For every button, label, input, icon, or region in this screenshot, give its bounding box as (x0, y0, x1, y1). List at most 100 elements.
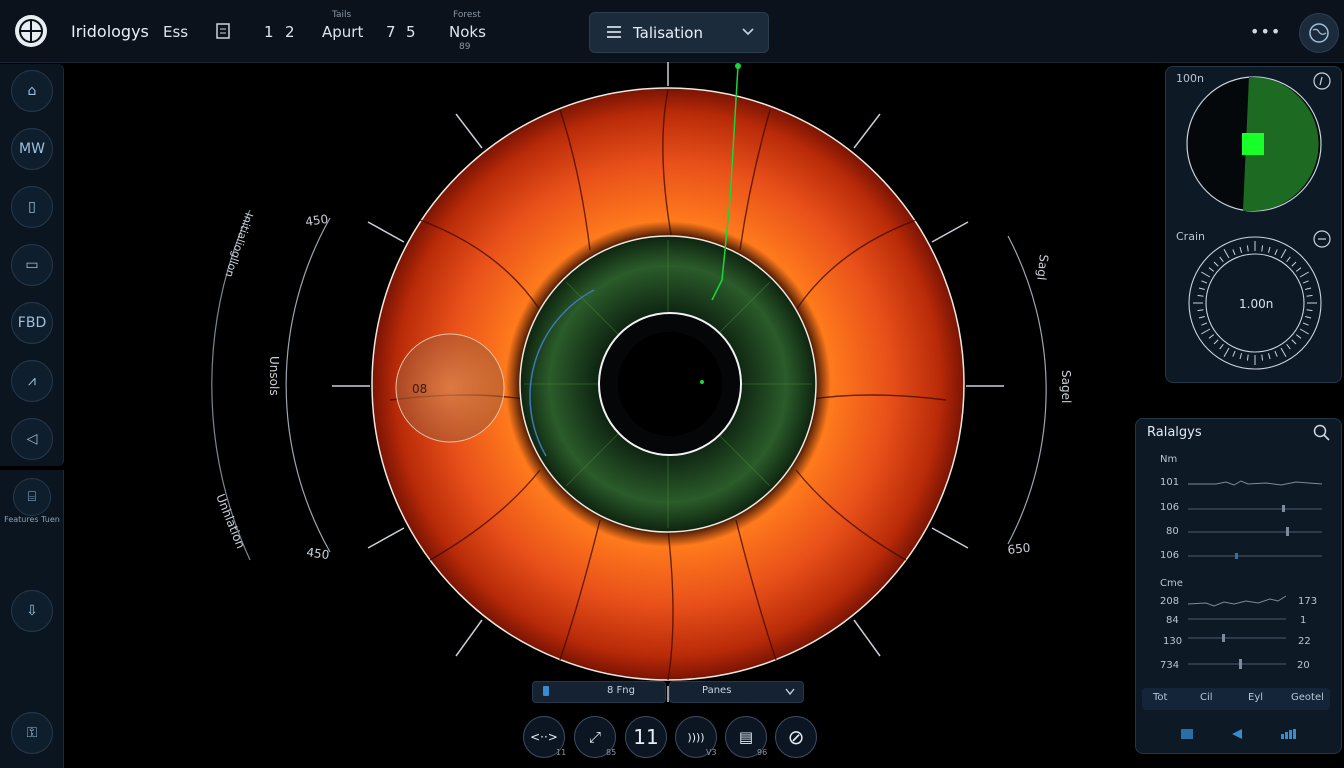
dial-tick (1267, 246, 1271, 253)
top-num-3[interactable]: 7 (386, 23, 396, 41)
dial-tick (1201, 271, 1211, 278)
tab-cil[interactable]: Cil (1200, 692, 1213, 703)
battery-icon (543, 686, 549, 696)
view-dropdown[interactable]: Talisation (589, 12, 769, 53)
sidebar-item-mw[interactable]: MW (11, 128, 53, 170)
group1-title: Nm (1160, 454, 1178, 465)
dial-tick (1197, 309, 1204, 312)
pause-button[interactable]: 11 (625, 716, 667, 758)
dial-value: 1.00n (1239, 297, 1274, 311)
pause-icon: 11 (633, 725, 659, 749)
slider-thumb (1239, 659, 1242, 669)
radar-plot[interactable] (1185, 75, 1323, 213)
dial-tick (1232, 249, 1236, 256)
group1-sliders[interactable] (1186, 472, 1326, 568)
bottom-fields: 8 Fng Panes (532, 681, 804, 703)
globe-icon (1309, 23, 1329, 43)
dial-tick (1197, 294, 1204, 297)
wave-icon: ⩘ (28, 373, 36, 389)
right-arc-label-mid: Sagel (1059, 370, 1073, 403)
play-back-icon[interactable] (1231, 728, 1243, 740)
dial-tick (1201, 328, 1211, 335)
range-icon: <··> (530, 730, 558, 744)
field-right[interactable]: Panes (669, 681, 804, 703)
dial-tick (1239, 246, 1243, 253)
block-button[interactable]: ⊘ (775, 716, 817, 758)
sound-wave-icon: )))) (687, 730, 705, 744)
more-icon[interactable]: ••• (1250, 22, 1281, 41)
dial-tick (1246, 245, 1249, 252)
menu-noks[interactable]: Noks (449, 23, 486, 41)
group1-row-label: 106 (1160, 502, 1180, 513)
dial-tick (1295, 334, 1302, 339)
group2-row-label: 208 (1160, 596, 1180, 607)
probe-tip[interactable] (735, 63, 741, 69)
group2-sliders[interactable] (1186, 590, 1290, 670)
apurt-caption: Tails (332, 10, 352, 20)
group2-row-value: 22 (1298, 636, 1311, 647)
menu-ess[interactable]: Ess (163, 23, 188, 41)
document-icon[interactable] (214, 22, 232, 40)
group2-row-value: 173 (1298, 596, 1318, 607)
avatar[interactable] (1299, 13, 1339, 53)
dial-tick (1223, 347, 1230, 357)
volume-icon[interactable] (1280, 728, 1298, 740)
right-arc (1007, 235, 1047, 545)
group1-row-label: 101 (1160, 477, 1180, 488)
right-bottom-number: 650 (1007, 541, 1031, 557)
tab-tot[interactable]: Tot (1153, 692, 1167, 703)
sidebar-item-capsule[interactable]: ▯ (11, 186, 53, 228)
noks-caption: Forest (453, 10, 481, 20)
tab-eyl[interactable]: Eyl (1248, 692, 1263, 703)
menu-apurt[interactable]: Apurt (322, 23, 363, 41)
top-num-4[interactable]: 5 (406, 23, 416, 41)
dial-tick (1280, 249, 1287, 259)
range-sub: 11 (556, 748, 567, 757)
left-bottom-number: 450 (306, 545, 331, 562)
dial-tick (1306, 309, 1313, 312)
sidebar-item-wave[interactable]: ⩘ (11, 360, 53, 402)
dial-tick (1302, 280, 1309, 284)
sidebar-item-features[interactable]: ⌸ (13, 478, 51, 516)
field-left[interactable]: 8 Fng (532, 681, 666, 703)
search-icon[interactable] (1313, 424, 1331, 442)
download-icon: ⇩ (26, 603, 38, 619)
lock-icon: ⚿ (26, 725, 38, 741)
sidebar-item-home[interactable]: ⌂ (11, 70, 53, 112)
chevron-down-icon (742, 28, 754, 36)
tab-geotel[interactable]: Geotel (1291, 692, 1324, 703)
dial-tick (1295, 267, 1302, 272)
dial-tick (1239, 353, 1243, 360)
group2-row-label: 130 (1163, 636, 1183, 647)
sidebar-item-lock[interactable]: ⚿ (11, 712, 53, 754)
wave-sub: V3 (706, 748, 717, 757)
iris-viewer[interactable]: 450 450 650 Initialiogllon Unsols Unhlat… (64, 62, 1164, 702)
dial-tick (1291, 261, 1297, 267)
speaker-icon: ◁ (26, 431, 38, 447)
expand-sub: 85 (606, 748, 617, 757)
sidebar-item-screen[interactable]: ▭ (11, 244, 53, 286)
pupil-core (618, 332, 722, 436)
app-title: Iridologys (71, 22, 149, 41)
dial-tick (1201, 322, 1208, 326)
fbd-icon: FBD (17, 315, 47, 331)
block-icon: ⊘ (787, 725, 805, 749)
sidebar-item-fbd[interactable]: FBD (11, 302, 53, 344)
dial-tick (1305, 287, 1312, 291)
sidebar-item-speaker[interactable]: ◁ (11, 418, 53, 460)
hamburger-icon (607, 26, 621, 38)
dial-tick (1261, 245, 1264, 252)
group2-title: Cme (1160, 578, 1183, 589)
sidebar-item-download[interactable]: ⇩ (11, 590, 53, 632)
dial-tick (1274, 249, 1278, 256)
group2-row-label: 84 (1166, 615, 1179, 626)
capsule-icon: ▯ (28, 199, 36, 215)
group1-row-label: 80 (1166, 526, 1179, 537)
logo-icon[interactable] (14, 14, 48, 48)
top-num-2[interactable]: 2 (285, 23, 295, 41)
dial-tick (1274, 350, 1278, 357)
dial-tick (1261, 354, 1264, 361)
save-icon[interactable] (1180, 728, 1194, 740)
top-num-1[interactable]: 1 (264, 23, 274, 41)
field-left-text: 8 Fng (607, 685, 635, 696)
